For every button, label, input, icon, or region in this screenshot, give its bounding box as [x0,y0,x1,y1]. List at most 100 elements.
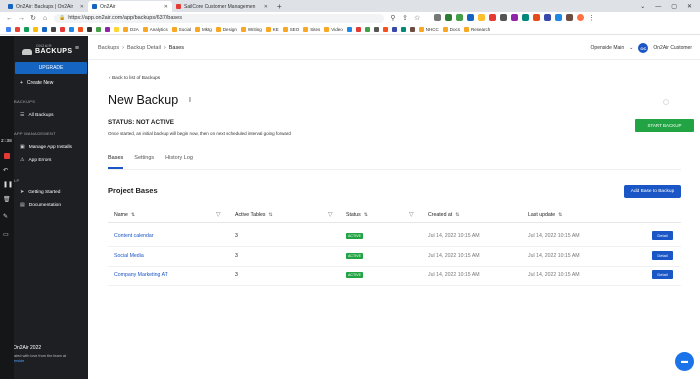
column-header-active-tables[interactable]: Active Tables ⇅ [235,212,273,218]
column-header-created-at[interactable]: Created at ⇅ [428,212,459,218]
filter-icon[interactable]: ▽ [328,211,333,218]
column-header-status[interactable]: Status ⇅ [346,212,368,218]
extension-icon[interactable] [533,14,540,21]
bookmark-research[interactable]: Research [464,26,490,32]
bookmark-icon-only[interactable] [24,26,29,32]
sidebar-item-all-backups[interactable]: ☰ All Backups [20,112,54,118]
detail-button[interactable]: Detail [652,270,673,279]
menu-icon[interactable]: ≡ [75,45,79,52]
extension-icon[interactable] [555,14,562,21]
sidebar-item-documentation[interactable]: ▤ Documentation [20,202,61,208]
tab-close-icon[interactable]: ✕ [80,4,84,10]
user-name[interactable]: On2Air Customer [653,45,692,51]
bookmark-docs[interactable]: Docs [442,26,460,32]
browser-tab-3[interactable]: SailCore Customer Managemen ✕ [172,1,272,12]
add-base-button[interactable]: Add Base to Backup [624,185,681,198]
column-header-last-update[interactable]: Last update ⇅ [528,212,562,218]
workspace-selector[interactable]: Openside Main [591,45,625,51]
chat-icon[interactable]: ▬ [675,352,694,371]
zoom-icon[interactable]: ⚲ [390,14,396,22]
bookmark-nhcc[interactable]: NHCC [418,26,439,32]
profile-avatar-icon[interactable] [577,14,584,21]
tab-history-log[interactable]: History Log [165,155,193,169]
bookmark-icon-only[interactable] [42,26,47,32]
chevron-down-icon[interactable]: ⌄ [629,45,633,51]
column-header-name[interactable]: Name ⇅ [114,212,135,218]
undo-icon[interactable]: ↶ [3,167,8,174]
trash-icon[interactable]: 🗑 [3,196,11,203]
filter-icon[interactable]: ▽ [409,211,414,218]
base-name-link[interactable]: Social Media [114,253,144,259]
help-icon[interactable] [663,99,669,105]
reload-icon[interactable]: ↻ [30,14,36,22]
bookmark-ke[interactable]: KE [265,26,279,32]
bookmark-icon-only[interactable] [114,26,119,32]
more-menu-icon[interactable]: ⋮ [588,14,595,22]
sort-icon[interactable]: ⇅ [131,212,135,218]
bookmark-icon-only[interactable] [78,26,83,32]
filter-icon[interactable]: ▽ [216,211,221,218]
back-to-list-link[interactable]: ‹ Back to list of Backups [109,76,160,81]
bookmark-icon-only[interactable] [51,26,56,32]
sort-icon[interactable]: ⇅ [558,212,562,218]
tab-close-icon[interactable]: ✕ [164,4,168,10]
bookmark-icon-only[interactable] [391,26,397,32]
bookmark-icon-only[interactable] [69,26,74,32]
new-tab-button[interactable]: + [272,1,287,12]
extension-icon[interactable] [511,14,518,21]
tab-bases[interactable]: Bases [108,155,124,169]
bookmark-video[interactable]: Video [324,26,343,32]
extension-icon[interactable] [445,14,452,21]
upgrade-button[interactable]: UPGRADE [15,62,87,74]
extension-icon[interactable] [478,14,485,21]
bookmark-icon-only[interactable] [373,26,379,32]
bookmark-icon-only[interactable] [409,26,415,32]
bookmark-writing[interactable]: Writing [240,26,262,32]
extension-icon[interactable] [500,14,507,21]
record-stop-icon[interactable] [4,153,10,159]
detail-button[interactable]: Detail [652,251,673,260]
bookmark-icon-only[interactable] [87,26,92,32]
app-logo[interactable]: ON2AIR BACKUPS [22,44,72,55]
extension-icon[interactable] [456,14,463,21]
base-name-link[interactable]: Content calendar [114,233,154,239]
share-icon[interactable]: ⇪ [402,14,408,22]
pause-icon[interactable]: ❚❚ [3,181,13,188]
close-icon[interactable]: ✕ [687,3,692,10]
breadcrumb-backup-detail[interactable]: Backup Detail [127,45,161,51]
sort-icon[interactable]: ⇅ [268,212,272,218]
camera-icon[interactable]: ▭ [3,231,9,238]
bookmark-icon-only[interactable] [105,26,110,32]
bookmark-seo[interactable]: SEO [282,26,299,32]
extension-icon[interactable] [522,14,529,21]
create-new-button[interactable]: + Create New [20,80,53,86]
tab-settings[interactable]: Settings [134,155,154,169]
bookmark-icon-only[interactable] [346,26,352,32]
sidebar-item-manage-installs[interactable]: ▣ Manage App Installs [20,144,72,150]
pen-icon[interactable]: ✎ [3,213,8,220]
bookmark-icon-only[interactable] [60,26,65,32]
bookmark-analytics[interactable]: Analytics [142,26,168,32]
home-icon[interactable]: ⌂ [42,15,48,22]
detail-button[interactable]: Detail [652,231,673,240]
sort-icon[interactable]: ⇅ [455,212,459,218]
bookmark-d2a[interactable]: D2A [123,26,139,32]
maximize-icon[interactable]: ▢ [671,3,677,10]
breadcrumb-backups[interactable]: Backups [98,45,119,51]
sidebar-item-app-errors[interactable]: ⚠ App Errors [20,157,51,163]
bookmark-icon-only[interactable] [364,26,370,32]
bookmark-mktg[interactable]: Mktg [195,26,212,32]
sidebar-item-getting-started[interactable]: ➤ Getting Started [20,189,60,195]
bookmark-icon-only[interactable] [400,26,406,32]
bookmark-icon-only[interactable] [355,26,361,32]
minimize-icon[interactable]: — [655,4,661,10]
chevron-down-icon[interactable]: ⌄ [640,3,645,10]
bookmark-icon-only[interactable] [33,26,38,32]
extension-icon[interactable] [434,14,441,21]
bookmark-design[interactable]: Design [215,26,237,32]
url-input[interactable]: 🔒 https://app.on2air.com/app/backups/637… [54,13,384,23]
bookmark-sites[interactable]: Sites [303,26,320,32]
avatar[interactable]: OC [638,43,649,53]
extension-icon[interactable] [489,14,496,21]
star-icon[interactable]: ☆ [414,14,420,22]
